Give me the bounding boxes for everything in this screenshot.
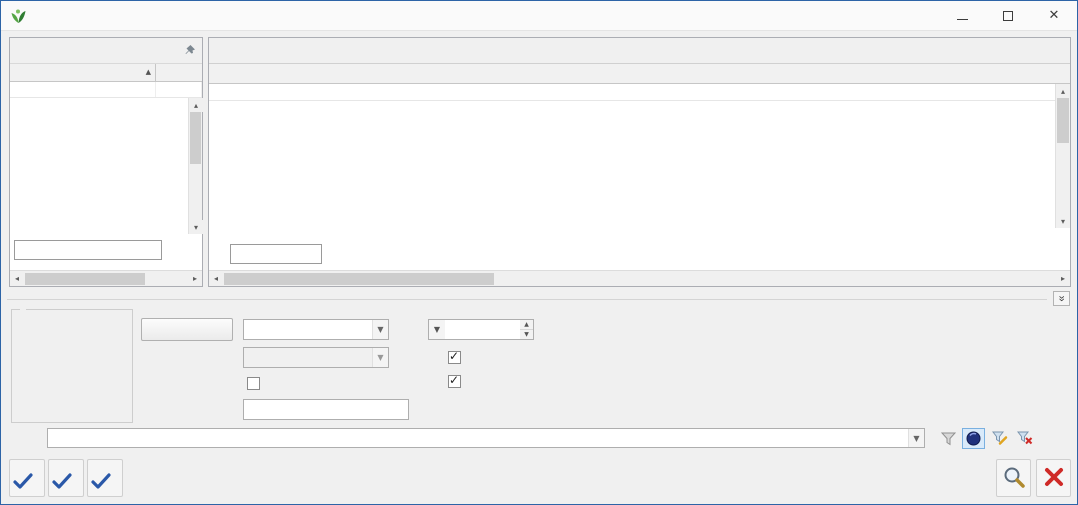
fz-invoice-button[interactable] [9,459,45,497]
group-column-nazwa[interactable] [156,64,202,81]
pz-receipt-button[interactable] [87,459,123,497]
sort-asc-icon: ▲ [146,64,151,81]
grid-hscrollbar[interactable]: ◂ ▸ [209,270,1070,286]
window-controls: ✕ [939,1,1077,30]
scrollbar-thumb[interactable] [190,112,201,164]
app-window: ✕ ▲ ▴ ▾ ◂ [0,0,1078,505]
close-icon: ✕ [1049,8,1060,23]
double-chevron-down-icon: » [1056,295,1067,301]
zd-order-button[interactable] [48,459,84,497]
group-column-kod[interactable]: ▲ [10,64,156,81]
close-button[interactable]: ✕ [1031,1,1077,30]
minimize-icon [957,19,968,20]
magazyn-button[interactable] [141,318,233,341]
filter-construct-icon[interactable] [988,428,1011,449]
blue-arrow-icon [91,473,111,492]
group-panel-header [10,38,202,64]
filter-funnel-icon[interactable] [937,428,960,449]
search-icon [1002,465,1026,492]
zerowe-checkbox[interactable] [448,349,466,365]
grid-header-row [209,64,1070,84]
spinner-up-icon[interactable]: ▲ [520,320,533,330]
search-button[interactable] [996,459,1031,497]
scrollbar-thumb[interactable] [1057,98,1069,143]
magazyn-select[interactable]: ▼ [243,319,389,340]
minimize-button[interactable] [939,1,985,30]
pin-icon[interactable] [183,44,196,57]
scroll-left-icon[interactable]: ◂ [209,272,223,286]
filtr-combobox[interactable]: ▼ [47,428,925,448]
niezerowe-checkbox[interactable] [448,373,466,389]
scroll-up-icon[interactable]: ▴ [1056,84,1070,98]
group-count [14,240,162,260]
scrollbar-thumb[interactable] [224,273,494,285]
group-filter-row [10,82,202,98]
spinner-down-icon[interactable]: ▼ [520,330,533,339]
tylko-opakowania-checkbox[interactable] [247,375,265,391]
cancel-button[interactable] [1036,459,1071,497]
scrollbar-thumb[interactable] [25,273,145,285]
grid-viewport [209,84,1055,228]
date-spinner[interactable]: ▲▼ [520,319,534,340]
chevron-down-icon: ▼ [372,348,388,367]
date-dropdown-icon[interactable]: ▼ [428,319,446,340]
grid-vscrollbar[interactable]: ▴ ▾ [1055,84,1070,228]
scroll-left-icon[interactable]: ◂ [10,272,24,286]
app-icon [10,8,27,24]
scroll-up-icon[interactable]: ▴ [189,98,203,112]
divider [7,299,1047,300]
checkbox[interactable] [247,377,260,390]
title-bar[interactable]: ✕ [1,1,1077,31]
group-tree-vscrollbar[interactable]: ▴ ▾ [188,98,202,234]
blue-arrow-icon [13,473,33,492]
group-header-row: ▲ [10,64,202,82]
chevron-down-icon[interactable]: ▼ [372,320,388,339]
collapse-filter-button[interactable]: » [1053,291,1070,306]
ean-input[interactable] [243,399,409,420]
checkbox[interactable] [448,375,461,388]
scroll-down-icon[interactable]: ▾ [189,220,203,234]
maximize-button[interactable] [985,1,1031,30]
checkbox[interactable] [448,351,461,364]
items-grid-panel: ▴ ▾ ◂ ▸ [208,37,1071,287]
blue-arrow-icon [52,473,72,492]
group-by-hint [209,38,1070,64]
cena-select[interactable]: ▼ [243,347,389,368]
group-panel: ▲ ▴ ▾ ◂ ▸ [9,37,203,287]
filter-wizard-icon[interactable] [962,428,985,449]
grid-filter-row [209,84,1055,101]
group-hscrollbar[interactable]: ◂ ▸ [10,270,202,286]
scroll-down-icon[interactable]: ▾ [1056,214,1070,228]
group-filter-nazwa[interactable] [156,82,202,97]
type-filter-group [11,309,133,423]
date-input[interactable] [445,319,521,340]
group-tree [10,98,202,234]
scroll-right-icon[interactable]: ▸ [188,272,202,286]
group-filter-kod[interactable] [10,82,156,97]
chevron-down-icon[interactable]: ▼ [908,429,924,447]
maximize-icon [1003,11,1013,21]
grid-count [230,244,322,264]
scroll-right-icon[interactable]: ▸ [1056,272,1070,286]
filter-clear-icon[interactable] [1013,428,1036,449]
red-x-icon [1043,466,1065,491]
